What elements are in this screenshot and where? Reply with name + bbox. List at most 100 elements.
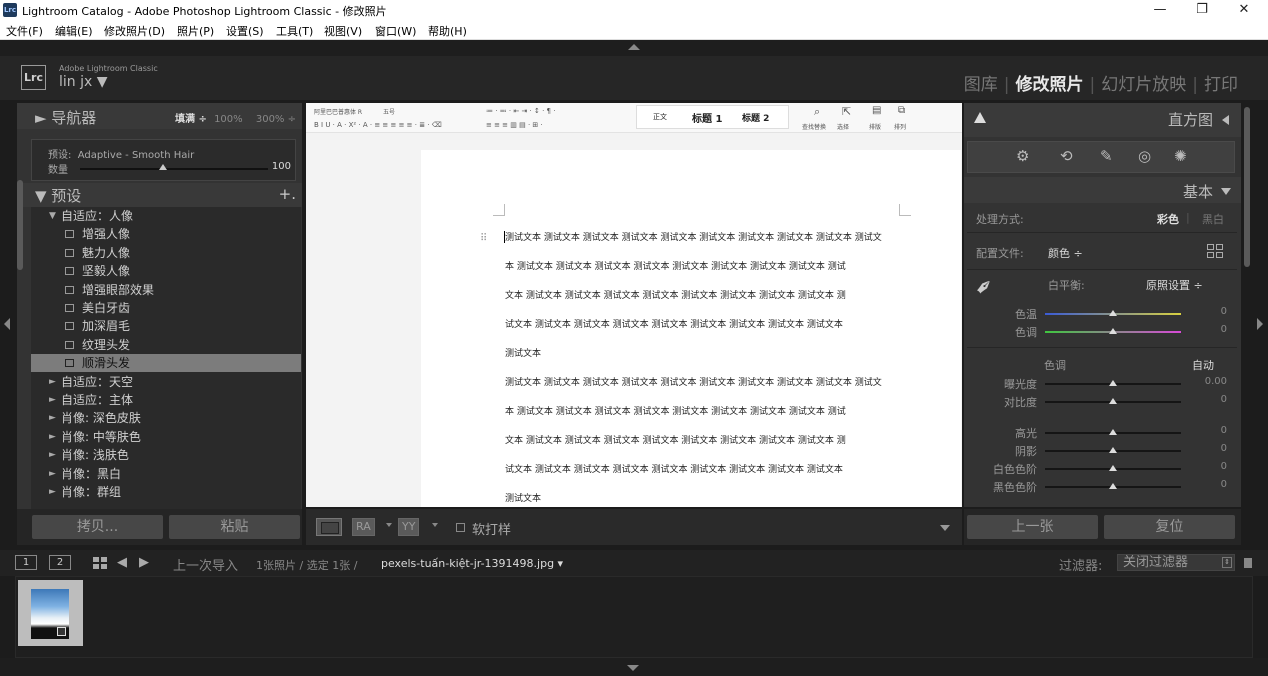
clipping-warning-icon[interactable] xyxy=(974,112,986,123)
profile-browser-icon[interactable] xyxy=(1207,244,1224,259)
before-after-ra-button[interactable]: RA xyxy=(352,518,375,536)
slider-thumb[interactable] xyxy=(1109,398,1117,404)
menu-photo[interactable]: 照片(P) xyxy=(177,23,214,39)
collapse-right-panel-icon[interactable] xyxy=(1257,318,1263,330)
select-icon[interactable]: ⇱ xyxy=(842,105,851,118)
zoom-300[interactable]: 300% ÷ xyxy=(256,114,296,125)
ra-dropdown-icon[interactable] xyxy=(386,523,392,527)
treatment-bw[interactable]: 黑白 xyxy=(1202,211,1224,227)
slider-thumb[interactable] xyxy=(1109,429,1117,435)
collapsed-arrow-icon[interactable]: ► xyxy=(49,465,56,483)
slider-value[interactable]: 0 xyxy=(1221,479,1227,490)
preset-group[interactable]: ► 肖像：黑白 xyxy=(31,465,301,483)
slider-thumb[interactable] xyxy=(1109,465,1117,471)
filter-dropdown[interactable]: 关闭过滤器 ⇕ xyxy=(1117,554,1235,571)
collapse-left-panel-icon[interactable] xyxy=(4,318,10,330)
slider-value[interactable]: 0 xyxy=(1221,394,1227,405)
previous-button[interactable]: 上一张 xyxy=(967,515,1098,539)
masking-icon[interactable]: ✺ xyxy=(1174,147,1187,165)
yy-dropdown-icon[interactable] xyxy=(432,523,438,527)
preset-group[interactable]: ► 自适应：主体 xyxy=(31,391,301,409)
loupe-view-icon[interactable] xyxy=(316,518,342,536)
style-heading-1[interactable]: 标题 1 xyxy=(692,110,722,125)
preset-group[interactable]: ► 肖像: 中等肤色 xyxy=(31,428,301,446)
show-top-panel-icon[interactable] xyxy=(628,44,640,50)
slider-value[interactable]: 0.00 xyxy=(1205,376,1227,387)
preset-item[interactable]: 增强眼部效果 xyxy=(31,281,301,299)
amount-slider-thumb[interactable] xyxy=(158,164,167,170)
wb-value[interactable]: 原照设置 ÷ xyxy=(1146,277,1203,293)
right-panel-scrollbar[interactable] xyxy=(1244,107,1250,267)
zoom-100[interactable]: 100% xyxy=(214,114,243,125)
slider-value[interactable]: 0 xyxy=(1221,425,1227,436)
preset-group[interactable]: ► 肖像: 深色皮肤 xyxy=(31,409,301,427)
preset-item[interactable]: 顺滑头发 xyxy=(31,354,301,373)
preset-item[interactable]: 加深眉毛 xyxy=(31,317,301,335)
second-window-button[interactable]: 2 xyxy=(49,555,71,570)
left-panel-scrollbar[interactable] xyxy=(17,180,23,270)
slider-value[interactable]: 0 xyxy=(1221,324,1227,335)
user-name[interactable]: lin jx ▼ xyxy=(59,74,108,90)
softproof-checkbox[interactable] xyxy=(456,523,465,532)
menu-develop[interactable]: 修改照片(D) xyxy=(104,23,165,39)
menu-settings[interactable]: 设置(S) xyxy=(226,23,264,39)
profile-value[interactable]: 颜色 ÷ xyxy=(1048,245,1083,261)
slider-thumb[interactable] xyxy=(1109,380,1117,386)
forward-arrow-icon[interactable]: ▶ xyxy=(139,555,149,570)
module-library[interactable]: 图库 xyxy=(964,75,998,95)
amount-slider-track[interactable] xyxy=(80,168,268,170)
histogram-header[interactable]: 直方图 xyxy=(964,103,1241,137)
crop-icon[interactable]: ⟲ xyxy=(1060,147,1073,165)
slider-thumb[interactable] xyxy=(1109,310,1117,316)
slider-value[interactable]: 0 xyxy=(1221,461,1227,472)
find-icon[interactable]: ⌕ xyxy=(814,105,820,119)
menu-help[interactable]: 帮助(H) xyxy=(428,23,467,39)
basic-header[interactable]: 基本 xyxy=(964,177,1241,203)
preset-item[interactable]: 魅力人像 xyxy=(31,244,301,262)
slider-thumb[interactable] xyxy=(1109,447,1117,453)
collapsed-arrow-icon[interactable]: ► xyxy=(49,428,56,446)
collapsed-arrow-icon[interactable]: ► xyxy=(49,391,56,409)
source-label[interactable]: 上一次导入 xyxy=(173,555,238,574)
before-after-yy-button[interactable]: YY xyxy=(398,518,420,536)
style-normal[interactable]: 正文 xyxy=(653,112,667,122)
grid-view-icon[interactable] xyxy=(93,557,107,569)
edit-sliders-icon[interactable]: ⚙ xyxy=(1016,147,1029,165)
main-window-button[interactable]: 1 xyxy=(15,555,37,570)
menu-tools[interactable]: 工具(T) xyxy=(276,23,313,39)
arrange-icon[interactable]: ⧉ xyxy=(898,105,905,116)
slider-value[interactable]: 0 xyxy=(1221,443,1227,454)
paste-button[interactable]: 粘贴 xyxy=(169,515,300,539)
histogram-collapse-icon[interactable] xyxy=(1222,115,1229,125)
show-bottom-panel-icon[interactable] xyxy=(627,665,639,671)
reset-button[interactable]: 复位 xyxy=(1104,515,1235,539)
add-preset-icon[interactable]: +. xyxy=(279,185,296,203)
menu-window[interactable]: 窗口(W) xyxy=(375,23,416,39)
preset-item[interactable]: 美白牙齿 xyxy=(31,299,301,317)
amount-value[interactable]: 100 xyxy=(272,161,291,172)
copy-button[interactable]: 拷贝... xyxy=(32,515,163,539)
filmstrip-thumbnail[interactable] xyxy=(18,580,83,646)
expanded-arrow-icon[interactable]: ▼ xyxy=(49,207,56,225)
menu-file[interactable]: 文件(F) xyxy=(6,23,43,39)
close-button[interactable]: ✕ xyxy=(1226,0,1262,20)
treatment-color[interactable]: 彩色 xyxy=(1157,211,1179,227)
collapsed-arrow-icon[interactable]: ► xyxy=(49,409,56,427)
eyedropper-icon[interactable]: ✒ xyxy=(970,272,1001,303)
collapsed-arrow-icon[interactable]: ► xyxy=(49,373,56,391)
collapsed-arrow-icon[interactable]: ► xyxy=(49,483,56,501)
slider-value[interactable]: 0 xyxy=(1221,306,1227,317)
module-slideshow[interactable]: 幻灯片放映 xyxy=(1101,75,1186,95)
menu-edit[interactable]: 编辑(E) xyxy=(55,23,93,39)
slider-thumb[interactable] xyxy=(1109,483,1117,489)
healing-icon[interactable]: ✎ xyxy=(1100,147,1113,165)
presets-header[interactable]: ▼ 预设 +. xyxy=(17,183,302,207)
collapsed-arrow-icon[interactable]: ► xyxy=(49,446,56,464)
preset-group[interactable]: ► 肖像：群组 xyxy=(31,483,301,501)
preset-item[interactable]: 增强人像 xyxy=(31,225,301,243)
toolbar-menu-icon[interactable] xyxy=(940,525,950,531)
basic-collapse-icon[interactable] xyxy=(1221,188,1231,195)
preset-group[interactable]: ▼ 自适应：人像 xyxy=(31,207,301,225)
redeye-icon[interactable]: ◎ xyxy=(1138,147,1151,165)
preset-item[interactable]: 坚毅人像 xyxy=(31,262,301,280)
